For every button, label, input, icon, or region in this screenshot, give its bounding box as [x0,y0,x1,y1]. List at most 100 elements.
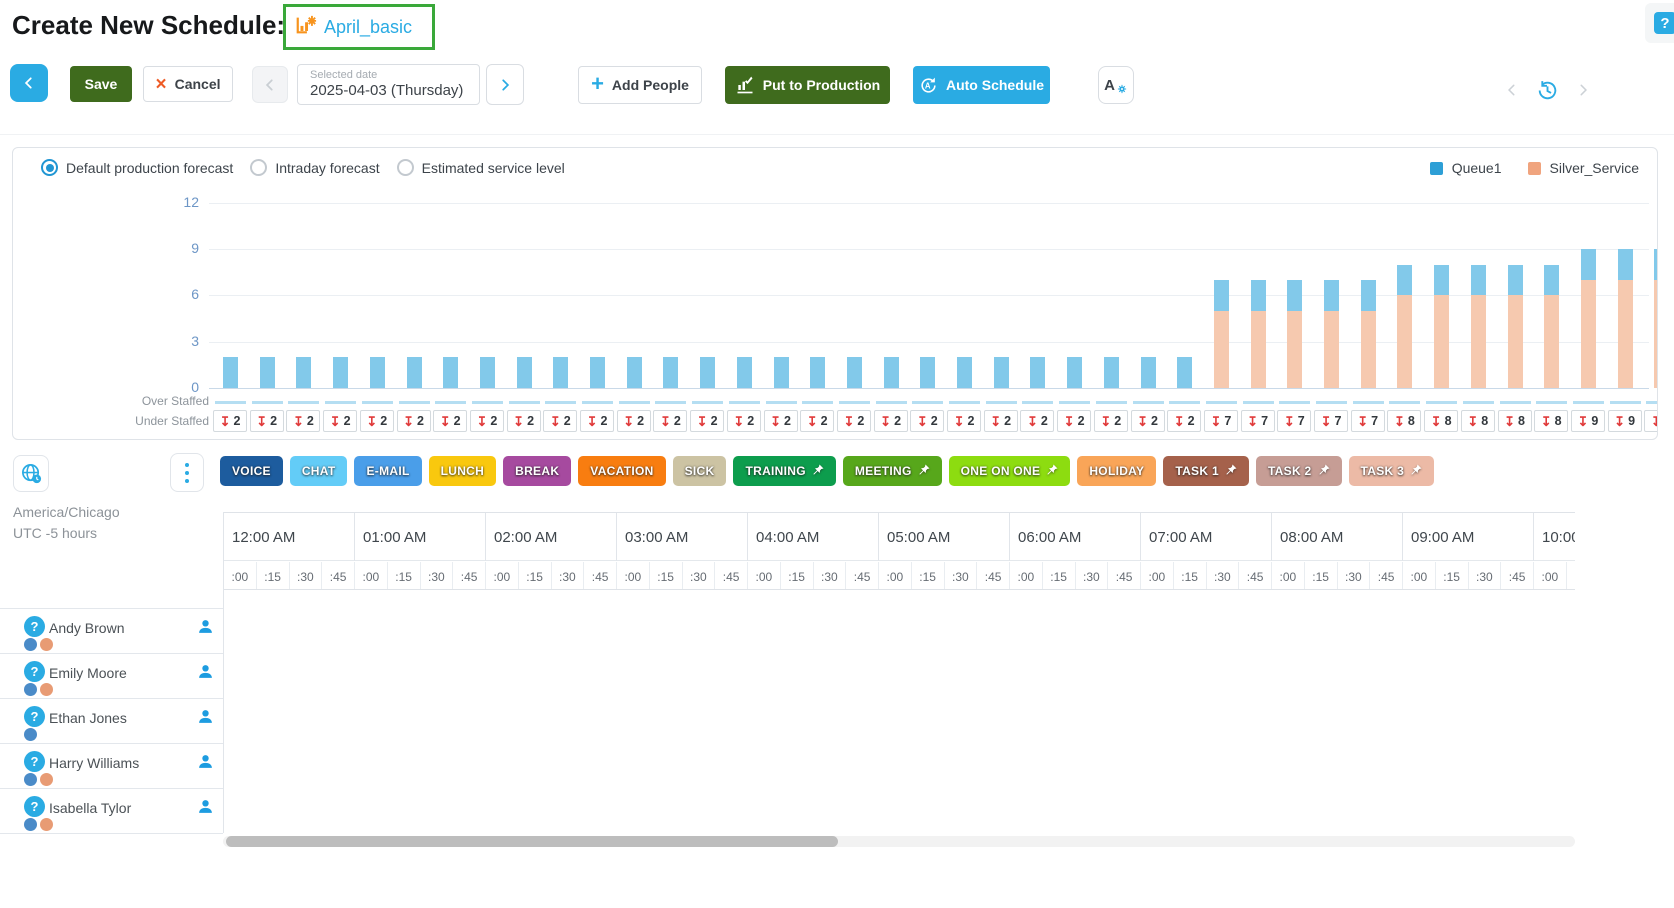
media-channel-dot [40,683,53,696]
under-staffed-arrow-icon: ↧ [1651,415,1658,428]
cancel-button[interactable]: × Cancel [143,66,233,102]
gridline-6 [209,295,1649,296]
quarter-cell: :15 [518,562,551,590]
person-row-2[interactable]: ?Ethan Jones [0,698,223,743]
bar-queue1 [260,357,275,388]
forecast-option-0[interactable]: Default production forecast [41,159,233,176]
activity-chip-chat[interactable]: CHAT [290,456,348,486]
person-icon[interactable] [197,798,214,820]
activity-chips: VOICECHATE-MAIL LUNCH BREAK VACATION SICKTRA… [220,456,1434,486]
activity-chip-break[interactable]: BREAK [503,456,571,486]
person-help-icon[interactable]: ? [24,751,45,772]
history-next-icon[interactable] [1576,83,1590,97]
quarter-cell: :15 [1042,562,1075,590]
under-staffed-arrow-icon: ↧ [660,415,671,428]
person-help-icon[interactable]: ? [24,616,45,637]
person-help-icon[interactable]: ? [24,706,45,727]
activity-chip-task-2[interactable]: TASK 2 [1256,456,1342,486]
under-staffed-cell: ↧9 [1608,410,1642,432]
person-icon[interactable] [197,663,214,685]
horizontal-scrollbar-thumb[interactable] [226,836,838,847]
under-staffed-value: 2 [747,414,754,428]
auto-schedule-settings-button[interactable]: A [1098,66,1134,104]
under-staffed-value: 2 [1078,414,1085,428]
person-icon[interactable] [197,618,214,640]
person-help-icon[interactable]: ? [24,796,45,817]
media-channel-dot [40,818,53,831]
person-icon[interactable] [197,708,214,730]
over-staffed-cell [949,401,980,404]
radio-icon [250,159,267,176]
bar-queue1 [1581,249,1596,280]
bar-queue1 [810,357,825,388]
activity-chip-holiday[interactable]: HOLIDAY [1077,456,1156,486]
activity-chip-voice[interactable]: VOICE [220,456,283,486]
plus-icon: + [591,73,604,95]
under-staffed-value: 2 [417,414,424,428]
hour-cell-4: 04:00 AM [747,513,878,561]
person-name: Harry Williams [49,755,139,771]
timezone-button[interactable] [13,455,49,492]
activity-chip-label: TASK 3 [1361,464,1405,478]
back-button[interactable] [10,64,48,102]
under-staffed-cell: ↧2 [837,410,871,432]
quarter-cell: :45 [1107,562,1140,590]
activities-menu-button[interactable] [170,453,204,492]
over-staffed-cell [692,401,723,404]
bar-silver-service [1434,295,1449,388]
quarter-cell: :15 [649,562,682,590]
next-date-button[interactable] [486,64,524,105]
put-to-production-button[interactable]: Put to Production [725,66,890,104]
over-staffed-label: Over Staffed [53,394,209,408]
under-staffed-arrow-icon: ↧ [403,415,414,428]
activity-chip-task-3[interactable]: TASK 3 [1349,456,1435,486]
over-staffed-cell [1059,401,1090,404]
forecast-option-1[interactable]: Intraday forecast [250,159,379,176]
activity-chip-one-on-one[interactable]: ONE ON ONE [949,456,1071,486]
quarter-cell: :30 [1075,562,1108,590]
chevron-left-icon [263,78,277,92]
under-staffed-cell: ↧2 [470,410,504,432]
save-button[interactable]: Save [70,66,132,102]
over-staffed-cell [655,401,686,404]
add-people-button[interactable]: + Add People [578,66,702,104]
under-staffed-arrow-icon: ↧ [770,415,781,428]
under-staffed-cell: ↧2 [433,410,467,432]
over-staffed-cell [215,401,246,404]
history-prev-icon[interactable] [1505,83,1519,97]
auto-schedule-button[interactable]: A Auto Schedule [913,66,1050,104]
person-help-icon[interactable]: ? [24,661,45,682]
previous-date-button[interactable] [252,66,288,103]
under-staffed-arrow-icon: ↧ [1431,415,1442,428]
activity-chip-sick[interactable]: SICK [673,456,727,486]
under-staffed-arrow-icon: ↧ [1100,415,1111,428]
legend-item-1[interactable]: Silver_Service [1528,160,1639,176]
activity-chip-training[interactable]: TRAINING [733,456,835,486]
help-button[interactable]: ? [1645,3,1674,43]
under-staffed-value: 2 [344,414,351,428]
history-clock-icon[interactable] [1535,78,1560,103]
auto-schedule-label: Auto Schedule [946,77,1044,93]
person-row-1[interactable]: ?Emily Moore [0,653,223,698]
person-row-4[interactable]: ?Isabella Tylor [0,788,223,833]
forecast-option-2[interactable]: Estimated service level [397,159,565,176]
legend-item-0[interactable]: Queue1 [1430,160,1502,176]
over-staffed-cell [472,401,503,404]
schedule-name-field[interactable]: April_basic [283,4,435,50]
activity-chip-e-mail[interactable]: E-MAIL [354,456,421,486]
activity-chip-meeting[interactable]: MEETING [843,456,942,486]
selected-date-field[interactable]: Selected date 2025-04-03 (Thursday) [297,64,480,105]
cancel-x-icon: × [155,75,166,94]
person-icon[interactable] [197,753,214,775]
under-staffed-cell: ↧8 [1498,410,1532,432]
person-row-3[interactable]: ?Harry Williams [0,743,223,788]
activity-chip-task-1[interactable]: TASK 1 [1163,456,1249,486]
quarter-cell: :15 [1566,562,1575,590]
activity-chip-vacation[interactable]: VACATION [578,456,665,486]
activity-chip-lunch[interactable]: LUNCH [429,456,497,486]
under-staffed-arrow-icon: ↧ [697,415,708,428]
horizontal-scrollbar-track[interactable] [223,836,1575,847]
gridline-3 [209,342,1649,343]
person-row-0[interactable]: ?Andy Brown [0,608,223,653]
activity-chip-label: BREAK [515,464,559,478]
